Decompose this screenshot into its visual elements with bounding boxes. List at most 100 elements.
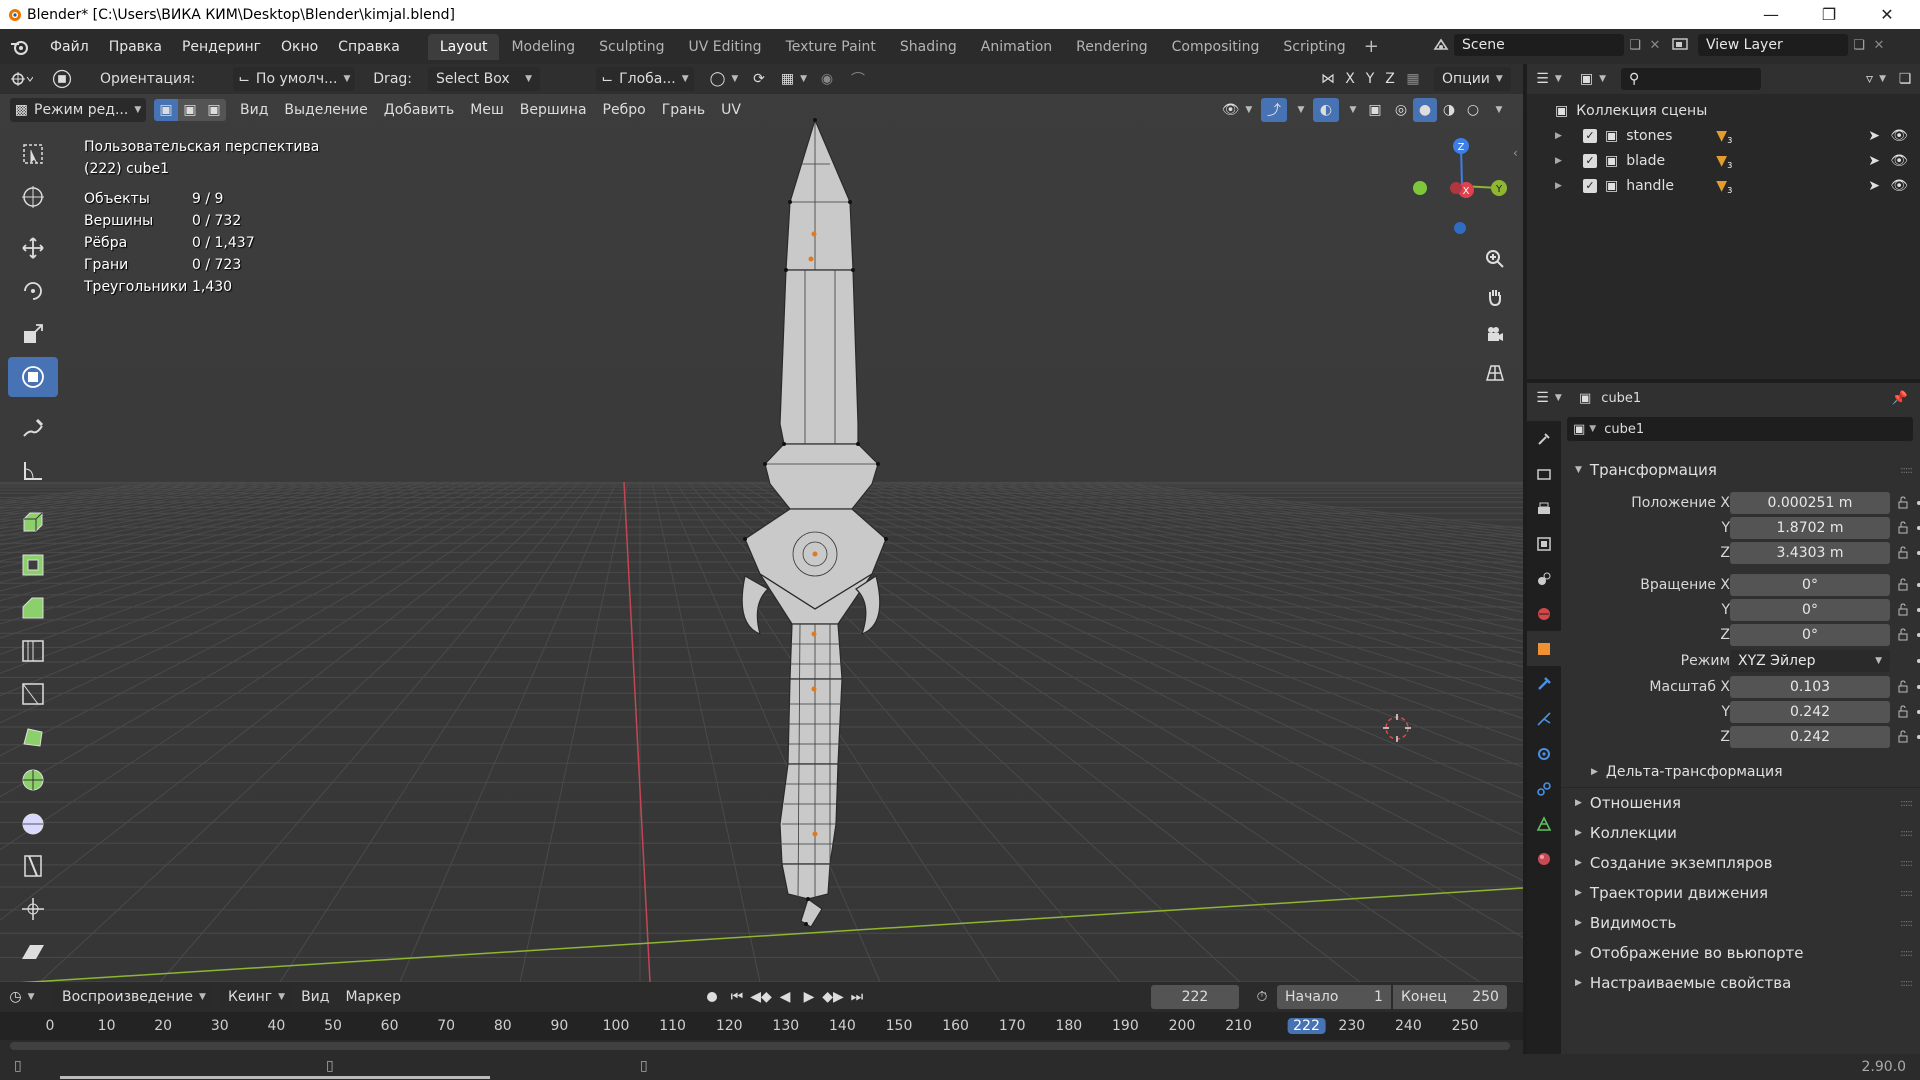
extrude-tool[interactable] xyxy=(8,502,58,542)
mirror-x-toggle[interactable]: X xyxy=(1340,67,1360,91)
rotation-z-field[interactable]: 0° xyxy=(1730,623,1890,646)
particles-tab-icon[interactable] xyxy=(1527,701,1561,736)
move-tool[interactable] xyxy=(8,228,58,268)
jump-start-button[interactable]: ⏮ xyxy=(725,985,749,1009)
outliner-item-handle[interactable]: ▶ ✓ ▣ handle ▼ 3 ➤ 👁 xyxy=(1527,173,1920,198)
inset-tool[interactable] xyxy=(8,545,58,585)
tab-compositing[interactable]: Compositing xyxy=(1160,34,1272,60)
filter-icon[interactable]: ▿ ▼ xyxy=(1859,67,1893,91)
drag-dropdown[interactable]: Select Box ▼ xyxy=(428,67,540,91)
timeline-editor-type-icon[interactable]: ◷ ▼ xyxy=(0,985,44,1009)
menu-edge[interactable]: Ребро xyxy=(595,98,654,122)
menu-uv[interactable]: UV xyxy=(713,98,749,122)
prev-keyframe-button[interactable]: ◀◆ xyxy=(749,985,773,1009)
scene-icon[interactable] xyxy=(1428,37,1454,53)
close-button[interactable]: ✕ xyxy=(1864,0,1910,29)
scale-tool[interactable] xyxy=(8,314,58,354)
pan-button[interactable] xyxy=(1480,282,1510,312)
exclude-checkbox[interactable]: ✓ xyxy=(1583,178,1597,193)
preview-range-icon[interactable]: ⏱ xyxy=(1247,985,1277,1009)
drag-handle-icon[interactable]: ::::: xyxy=(1900,918,1913,929)
tab-scripting[interactable]: Scripting xyxy=(1271,34,1357,60)
display-mode-icon[interactable]: ▣ ▼ xyxy=(1571,67,1615,91)
select-box-tool[interactable] xyxy=(8,134,58,174)
snap-icon[interactable]: ⟳ xyxy=(744,67,774,91)
edge-slide-tool[interactable] xyxy=(8,846,58,886)
collections-panel-header[interactable]: ▶ Коллекции ::::: xyxy=(1561,818,1920,848)
transform-pivot-dropdown[interactable]: ⌙ Глоба... ▼ xyxy=(596,67,694,91)
menu-file[interactable]: Файл xyxy=(40,39,99,55)
drag-handle-icon[interactable]: ::::: xyxy=(1900,798,1913,809)
record-button[interactable] xyxy=(699,985,725,1009)
smooth-tool[interactable] xyxy=(8,803,58,843)
delta-transform-panel-header[interactable]: ▶ Дельта-трансформация xyxy=(1561,757,1920,787)
tab-shading[interactable]: Shading xyxy=(888,34,969,60)
play-button[interactable]: ▶ xyxy=(797,985,821,1009)
expand-arrow-icon[interactable]: ▶ xyxy=(1555,156,1583,166)
jump-end-button[interactable]: ⏭ xyxy=(845,985,869,1009)
maximize-button[interactable]: ❐ xyxy=(1806,0,1852,29)
sidebar-toggle-icon[interactable]: ‹ xyxy=(1513,146,1518,160)
shading-dropdown-icon[interactable]: ▼ xyxy=(1485,98,1507,122)
exclude-checkbox[interactable]: ✓ xyxy=(1583,128,1597,143)
current-frame-field[interactable]: 222 xyxy=(1150,985,1239,1009)
menu-help[interactable]: Справка xyxy=(328,39,410,55)
mode-dropdown[interactable]: ▩ Режим ред... ▼ xyxy=(10,98,146,122)
tab-modeling[interactable]: Modeling xyxy=(499,34,587,60)
remove-view-layer-icon[interactable]: ✕ xyxy=(1870,38,1888,53)
drag-handle-icon[interactable]: ::::: xyxy=(1900,858,1913,869)
edge-select-icon[interactable]: ▣ xyxy=(178,99,202,121)
transform-tool[interactable] xyxy=(8,357,58,397)
instancing-panel-header[interactable]: ▶ Создание экземпляров ::::: xyxy=(1561,848,1920,878)
render-tab-icon[interactable] xyxy=(1527,456,1561,491)
tab-texture-paint[interactable]: Texture Paint xyxy=(774,34,888,60)
minimize-button[interactable]: — xyxy=(1748,0,1794,29)
world-tab-icon[interactable] xyxy=(1527,596,1561,631)
xray-icon[interactable]: ▣ xyxy=(1361,98,1389,122)
expand-arrow-icon[interactable]: ▶ xyxy=(1555,131,1583,141)
active-tool-icon[interactable] xyxy=(44,67,80,91)
next-keyframe-button[interactable]: ◆▶ xyxy=(821,985,845,1009)
object-tab-icon[interactable] xyxy=(1527,631,1561,666)
custom-properties-panel-header[interactable]: ▶ Настраиваемые свойства ::::: xyxy=(1561,968,1920,998)
loop-cut-tool[interactable] xyxy=(8,631,58,671)
scene-collection-row[interactable]: ▣ Коллекция сцены xyxy=(1527,98,1920,123)
material-shading-icon[interactable]: ◑ xyxy=(1437,98,1461,122)
shrink-fatten-tool[interactable] xyxy=(8,889,58,929)
visibility-eye-icon[interactable]: 👁 xyxy=(1890,128,1908,144)
visibility-eye-icon[interactable]: 👁 xyxy=(1890,178,1908,194)
snap-increment-icon[interactable]: ▦ ▼ xyxy=(774,67,814,91)
playhead-frame-label[interactable]: 222 xyxy=(1287,1018,1326,1034)
shear-tool[interactable] xyxy=(8,932,58,972)
3d-viewport[interactable]: Z Y X Ориентация: ⌙ По умолч... ▼ Drag: … xyxy=(0,64,1523,982)
menu-window[interactable]: Окно xyxy=(271,39,328,55)
mirror-icon[interactable]: ⋈ xyxy=(1316,67,1340,91)
mirror-y-toggle[interactable]: Y xyxy=(1360,67,1380,91)
lock-icon[interactable] xyxy=(1897,704,1911,719)
timeline-ruler[interactable]: 0 10 20 30 40 50 60 70 80 90 100 110 120 130 140 150 160… xyxy=(0,1012,1523,1040)
perspective-toggle-button[interactable] xyxy=(1480,358,1510,388)
lock-icon[interactable] xyxy=(1897,545,1911,560)
motion-paths-panel-header[interactable]: ▶ Траектории движения ::::: xyxy=(1561,878,1920,908)
timeline-view-menu[interactable]: Вид xyxy=(293,985,337,1009)
drag-handle-icon[interactable]: ::::: xyxy=(1900,978,1913,989)
tab-sculpting[interactable]: Sculpting xyxy=(587,34,676,60)
exclude-checkbox[interactable]: ✓ xyxy=(1583,153,1597,168)
tab-rendering[interactable]: Rendering xyxy=(1064,34,1160,60)
vertex-select-icon[interactable]: ▣ xyxy=(154,99,178,121)
new-collection-icon[interactable]: ❏ xyxy=(1893,67,1917,91)
pivot-point-icon[interactable]: ◯ ▼ xyxy=(704,67,744,91)
drag-handle-icon[interactable]: ::::: xyxy=(1900,465,1913,476)
menu-vertex[interactable]: Вершина xyxy=(512,98,595,122)
timeline-scrollbar[interactable] xyxy=(10,1042,1510,1050)
constraints-tab-icon[interactable] xyxy=(1527,771,1561,806)
gizmo-toggle-icon[interactable]: ⤴ xyxy=(1260,98,1287,122)
remove-scene-icon[interactable]: ✕ xyxy=(1646,38,1664,53)
playback-menu[interactable]: Воспроизведение ▼ xyxy=(54,985,214,1009)
wireframe-shading-icon[interactable]: ◎ xyxy=(1389,98,1413,122)
view-layer-field[interactable]: View Layer xyxy=(1698,34,1848,56)
view-layer-icon[interactable] xyxy=(1664,38,1698,52)
material-tab-icon[interactable] xyxy=(1527,841,1561,876)
blender-menu-icon[interactable] xyxy=(0,38,40,56)
tab-animation[interactable]: Animation xyxy=(969,34,1064,60)
